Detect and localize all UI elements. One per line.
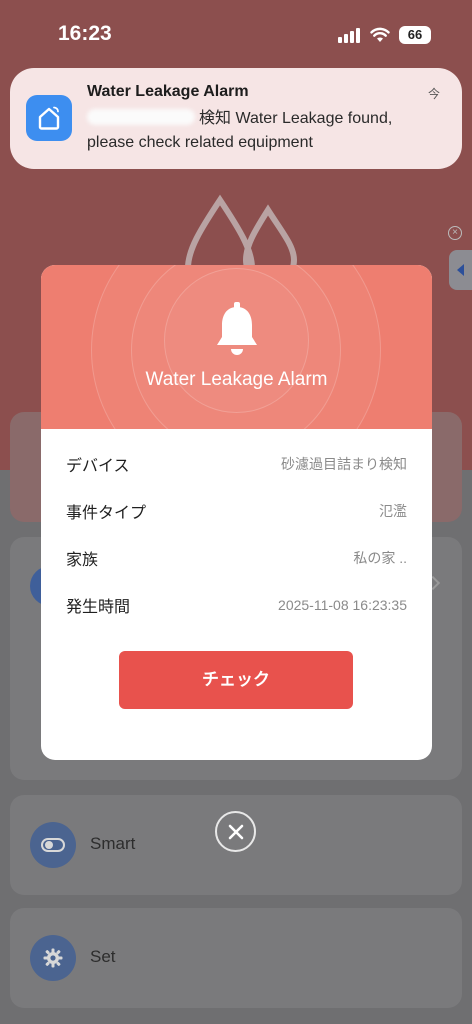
- info-label: 事件タイプ: [66, 505, 147, 522]
- smart-label: Smart: [90, 834, 136, 853]
- notification-body: 検知 Water Leakage found, please check rel…: [87, 107, 437, 155]
- bell-icon: [217, 302, 257, 355]
- info-value: 2025-11-08 16:23:35: [278, 597, 407, 613]
- info-row-event-type: 事件タイプ 氾濫: [66, 499, 407, 523]
- info-row-device: デバイス 砂濾過目詰まり検知: [66, 452, 407, 476]
- notification-banner[interactable]: Water Leakage Alarm 今 検知 Water Leakage f…: [10, 68, 462, 169]
- info-label: デバイス: [66, 458, 130, 475]
- redacted-device-name: [87, 109, 195, 125]
- notification-title: Water Leakage Alarm: [87, 83, 249, 100]
- info-row-family: 家族 私の家 ..: [66, 546, 407, 570]
- cellular-signal-icon: [338, 28, 360, 43]
- battery-indicator: 66: [399, 26, 431, 44]
- info-label: 家族: [66, 552, 99, 569]
- close-dialog-button[interactable]: [215, 811, 256, 852]
- toggle-icon: [30, 822, 76, 868]
- info-label: 発生時間: [66, 599, 131, 616]
- close-icon: [228, 824, 243, 839]
- status-bar: 16:23 66: [0, 0, 472, 66]
- set-card[interactable]: Set: [10, 908, 462, 1008]
- smart-home-icon: [26, 95, 72, 141]
- dialog-header: Water Leakage Alarm: [41, 265, 432, 429]
- floating-close-icon[interactable]: ×: [448, 226, 462, 240]
- status-time: 16:23: [58, 22, 112, 45]
- notification-time: 今: [428, 87, 441, 101]
- dialog-title: Water Leakage Alarm: [145, 369, 328, 390]
- gear-icon: [30, 935, 76, 981]
- side-drawer-handle[interactable]: [449, 250, 472, 290]
- info-row-occurred-time: 発生時間 2025-11-08 16:23:35: [66, 593, 407, 617]
- info-value: 氾濫: [379, 503, 407, 519]
- check-button[interactable]: チェック: [119, 651, 353, 709]
- wifi-icon: [370, 27, 390, 42]
- alarm-dialog: Water Leakage Alarm デバイス 砂濾過目詰まり検知 事件タイプ…: [41, 265, 432, 760]
- info-value: 私の家 ..: [353, 550, 407, 566]
- info-value: 砂濾過目詰まり検知: [281, 456, 407, 472]
- set-label: Set: [90, 947, 116, 966]
